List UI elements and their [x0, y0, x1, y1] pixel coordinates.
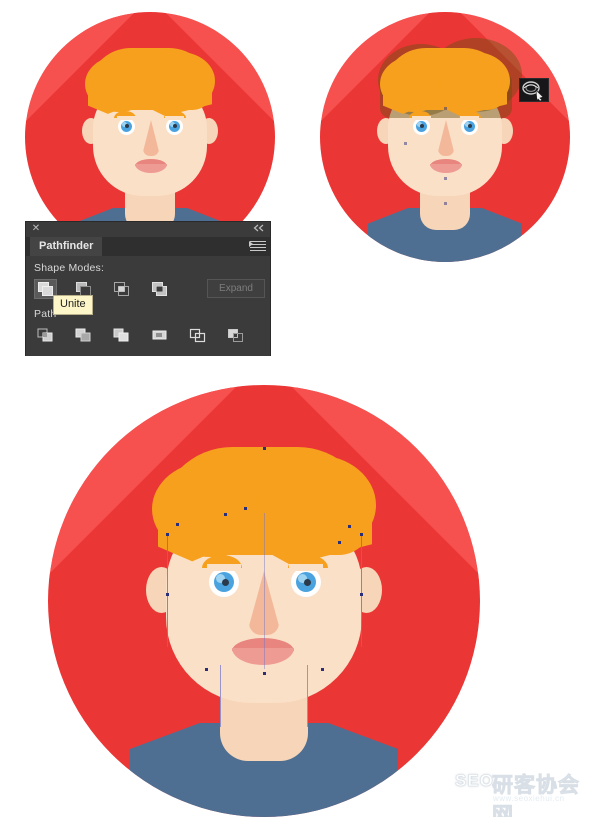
tab-pathfinder[interactable]: Pathfinder [30, 237, 103, 256]
avatar-circle-background [320, 12, 570, 262]
anchor-point-jaw-right[interactable] [321, 668, 324, 671]
eye-right-pupil [173, 124, 177, 128]
pathfinder-merge-button[interactable] [110, 325, 133, 345]
anchor-point-face-mid-left[interactable] [166, 593, 169, 596]
anchor-point [444, 202, 447, 205]
avatar-illustration-step-3 [48, 385, 480, 817]
eye-left-pupil [420, 124, 424, 128]
anchor-point-hair-left[interactable] [176, 523, 179, 526]
anchor-point-chin[interactable] [263, 672, 266, 675]
eye-left-lid [412, 116, 431, 120]
pathfinder-outline-button[interactable] [186, 325, 209, 345]
eye-right-lid [289, 564, 323, 571]
tooltip-unite: Unite [53, 295, 93, 315]
eye-left-lid [117, 116, 136, 120]
close-icon[interactable]: ✕ [31, 224, 41, 234]
anchor-point-hair-peak[interactable] [224, 513, 227, 516]
pathfinder-divide-button[interactable] [34, 325, 57, 345]
eye-left-pupil [125, 124, 129, 128]
watermark-url: www.seoxiehui.cn [493, 794, 565, 803]
panel-menu-icon[interactable] [250, 241, 266, 252]
eye-right-lid [460, 116, 479, 120]
anchor-point-hair-right[interactable] [348, 525, 351, 528]
expand-button[interactable]: Expand [207, 279, 265, 298]
avatar-circle-background [48, 385, 480, 817]
anchor-point-hair-top[interactable] [263, 447, 266, 450]
eye-left-pupil [222, 579, 229, 586]
eye-right-pupil [304, 579, 311, 586]
anchor-point [444, 107, 447, 110]
anchor-point-temple-right[interactable] [338, 541, 341, 544]
path-segment-neck-left [220, 665, 221, 727]
anchor-point [404, 142, 407, 145]
shape-modes-label: Shape Modes: [34, 262, 105, 274]
path-segment-face-left [167, 535, 168, 647]
illustrator-cursor-badge-icon [519, 78, 549, 103]
shape-mode-intersect-button[interactable] [110, 279, 133, 299]
pathfinder-minus-back-button[interactable] [224, 325, 247, 345]
eye-right-lid [165, 116, 184, 120]
path-segment-face-right [361, 535, 362, 647]
avatar-figure [320, 12, 570, 262]
screenshot-canvas: ✕ Pathfinder Shape Modes: Expand Path Un… [0, 0, 600, 817]
shape-mode-exclude-button[interactable] [148, 279, 171, 299]
watermark: SEO 研客协会网 www.seoxiehui.cn [455, 769, 590, 817]
panel-tab-row: Pathfinder [26, 237, 270, 256]
pathfinder-crop-button[interactable] [148, 325, 171, 345]
eye-right-pupil [468, 124, 472, 128]
eye-left-lid [207, 564, 241, 571]
watermark-chinese-text: 研客协会网 [492, 773, 580, 817]
path-segment-neck-right [307, 665, 308, 727]
pathfinder-trim-button[interactable] [72, 325, 95, 345]
anchor-point-hair-notch[interactable] [244, 507, 247, 510]
anchor-point-jaw-left[interactable] [205, 668, 208, 671]
anchor-point-face-mid-right[interactable] [360, 593, 363, 596]
collapse-panel-icon[interactable] [253, 224, 265, 234]
anchor-point-face-top-left[interactable] [166, 533, 169, 536]
panel-titlebar: ✕ [26, 222, 270, 237]
anchor-point-face-top-right[interactable] [360, 533, 363, 536]
pathfinder-panel[interactable]: ✕ Pathfinder Shape Modes: Expand Path [25, 221, 271, 356]
watermark-brand: SEO [455, 771, 494, 791]
avatar-figure [48, 385, 480, 817]
anchor-point [444, 177, 447, 180]
path-segment-center [264, 513, 265, 669]
avatar-illustration-step-2 [320, 12, 570, 262]
